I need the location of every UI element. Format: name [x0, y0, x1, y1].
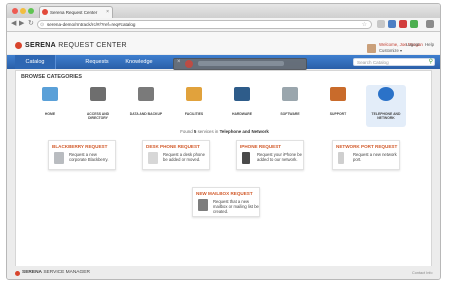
zoom-window-icon[interactable]	[28, 8, 34, 14]
service-title[interactable]: NETWORK PORT REQUEST	[336, 144, 397, 149]
service-description: Request a desk phone be added or moved.	[163, 152, 205, 162]
database-icon	[138, 87, 154, 101]
favicon-icon	[42, 9, 48, 15]
footer-brand-name: SERVICE MANAGER	[43, 270, 90, 275]
category-access-and-directory[interactable]: ACCESS AND DIRECTORY	[78, 85, 118, 127]
category-label: TELEPHONE AND NETWORK	[371, 112, 401, 120]
software-icon	[282, 87, 298, 101]
address-text: serena-demo/rmtrack/rc/#/?ref=req#catalo…	[47, 22, 136, 27]
service-description: Request your iPhone be added to our netw…	[257, 152, 302, 162]
catalog-panel: BROWSE CATEGORIES HOME ACCESS AND DIRECT…	[15, 70, 432, 268]
app-header: SERENA REQUEST CENTER Welcome, Joe Morga…	[7, 32, 440, 54]
extension-icon[interactable]	[399, 20, 407, 28]
service-title[interactable]: BLACKBERRY REQUEST	[52, 144, 107, 149]
service-card-network-port[interactable]: NETWORK PORT REQUEST Request a new netwo…	[332, 140, 400, 170]
category-label: FACILITIES	[184, 112, 204, 116]
search-icon[interactable]: ⚲	[429, 58, 433, 65]
search-placeholder: Search Catalog	[357, 60, 389, 65]
category-label: HOME	[44, 112, 56, 116]
media-record-icon[interactable]	[185, 60, 193, 68]
service-description: Request a new network port.	[353, 152, 397, 162]
back-icon[interactable]: ◀	[11, 20, 16, 28]
tab-title: Serena Request Center	[50, 10, 98, 15]
iphone-icon	[242, 152, 250, 164]
extension-icon[interactable]	[388, 20, 396, 28]
app-brand: SERENA REQUEST CENTER	[25, 42, 127, 49]
brand-prefix: SERENA	[25, 42, 56, 49]
browse-categories-title: BROWSE CATEGORIES	[21, 74, 82, 80]
minimize-window-icon[interactable]	[20, 8, 26, 14]
network-port-icon	[338, 152, 344, 164]
tools-icon	[186, 87, 202, 101]
tab-requests[interactable]: Requests	[77, 55, 117, 69]
service-card-desk-phone[interactable]: DESK PHONE REQUEST Request a desk phone …	[142, 140, 210, 170]
address-bar[interactable]: ⊙ serena-demo/rmtrack/rc/#/?ref=req#cata…	[37, 20, 372, 29]
service-title[interactable]: DESK PHONE REQUEST	[146, 144, 200, 149]
page-info-icon[interactable]: ⊙	[40, 22, 44, 28]
browser-window: Serena Request Center × ◀ ▶ ↻ ⊙ serena-d…	[6, 3, 441, 280]
service-card-new-mailbox[interactable]: NEW MAILBOX REQUEST Request that a new m…	[192, 187, 260, 217]
category-label: HARDWARE	[232, 112, 252, 116]
found-category: Telephone and Network	[219, 129, 269, 134]
floating-media-bar[interactable]: ×	[173, 58, 307, 70]
media-bar-close-icon[interactable]: ×	[177, 59, 181, 65]
monitor-icon	[234, 87, 250, 101]
app-footer: SERENA SERVICE MANAGER Contact Info	[7, 266, 440, 279]
category-facilities[interactable]: FACILITIES	[174, 85, 214, 127]
service-card-iphone[interactable]: IPHONE REQUEST Request your iPhone be ad…	[236, 140, 304, 170]
tab-knowledge[interactable]: Knowledge	[117, 55, 161, 69]
tab-close-icon[interactable]: ×	[106, 9, 109, 15]
category-label: SOFTWARE	[280, 112, 300, 116]
users-icon	[90, 87, 106, 101]
category-software[interactable]: SOFTWARE	[270, 85, 310, 127]
browser-tab[interactable]: Serena Request Center ×	[39, 6, 113, 18]
extension-icon[interactable]	[377, 20, 385, 28]
search-input[interactable]: Search Catalog ⚲	[353, 58, 435, 66]
wrench-menu-icon[interactable]	[426, 20, 434, 28]
service-description: Request that a new mailbox or mailing li…	[213, 199, 259, 214]
contact-info-link[interactable]: Contact Info	[412, 271, 432, 275]
reload-icon[interactable]: ↻	[28, 20, 34, 28]
category-label: DATA AND BACKUP	[129, 112, 163, 116]
serena-logo-icon	[15, 271, 20, 276]
found-services-summary: Found 5 services in Telephone and Networ…	[16, 129, 433, 134]
service-card-blackberry[interactable]: BLACKBERRY REQUEST Request a new corpora…	[48, 140, 116, 170]
found-prefix: Found	[180, 129, 193, 134]
mailbox-icon	[198, 199, 208, 211]
found-count: 5	[193, 129, 197, 134]
browser-toolbar: ◀ ▶ ↻ ⊙ serena-demo/rmtrack/rc/#/?ref=re…	[7, 18, 440, 32]
extension-icon[interactable]	[410, 20, 418, 28]
forward-icon[interactable]: ▶	[19, 20, 24, 28]
service-title[interactable]: NEW MAILBOX REQUEST	[196, 191, 253, 196]
desk-phone-icon	[148, 152, 158, 164]
service-description: Request a new corporate Blackberry.	[69, 152, 109, 162]
globe-icon	[378, 87, 394, 101]
house-icon	[42, 87, 58, 101]
headset-icon	[330, 87, 346, 101]
category-telephone-and-network[interactable]: TELEPHONE AND NETWORK	[366, 85, 406, 127]
logout-link[interactable]: Logout	[406, 42, 419, 47]
footer-brand: SERENA SERVICE MANAGER	[22, 270, 90, 275]
category-label: SUPPORT	[329, 112, 347, 116]
category-support[interactable]: SUPPORT	[318, 85, 358, 127]
help-link[interactable]: Help	[425, 42, 434, 47]
close-window-icon[interactable]	[12, 8, 18, 14]
category-home[interactable]: HOME	[30, 85, 70, 127]
title-bar: Serena Request Center ×	[7, 4, 440, 18]
category-data-and-backup[interactable]: DATA AND BACKUP	[126, 85, 166, 127]
tab-catalog[interactable]: Catalog	[15, 55, 56, 69]
category-label: ACCESS AND DIRECTORY	[86, 112, 110, 120]
brand-name: REQUEST CENTER	[58, 42, 127, 49]
serena-logo-icon	[15, 42, 22, 49]
blackberry-icon	[54, 152, 64, 164]
category-hardware[interactable]: HARDWARE	[222, 85, 262, 127]
media-controls[interactable]	[198, 61, 284, 66]
footer-brand-prefix: SERENA	[22, 270, 42, 275]
bookmark-star-icon[interactable]: ☆	[362, 21, 367, 28]
avatar	[367, 44, 376, 53]
service-title[interactable]: IPHONE REQUEST	[240, 144, 281, 149]
found-middle: services in	[197, 129, 219, 134]
user-menu[interactable]: Customize ▾	[379, 48, 402, 53]
